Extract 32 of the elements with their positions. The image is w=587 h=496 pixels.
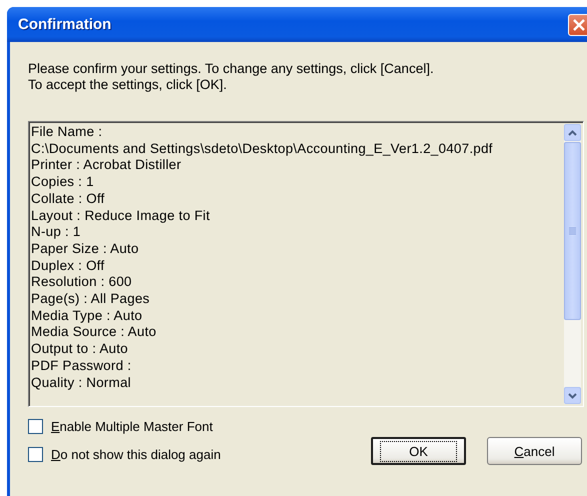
ok-button[interactable]: OK	[371, 437, 466, 465]
list-item: Duplex : Off	[31, 258, 106, 274]
list-item: Printer : Acrobat Distiller	[31, 157, 182, 174]
list-item: Layout : Reduce Image to Fit	[31, 208, 211, 224]
scroll-down-button[interactable]	[564, 387, 581, 404]
list-item: N-up : 1	[31, 224, 82, 241]
list-item: Quality : Normal	[31, 374, 132, 392]
list-item: Resolution : 600	[31, 274, 133, 292]
grip-icon	[569, 227, 576, 236]
list-item: Output to : Auto	[31, 341, 130, 358]
cancel-button[interactable]: Cancel	[487, 437, 582, 465]
checkbox-label[interactable]: Do not show this dialog again	[51, 447, 221, 462]
window-title: Confirmation	[18, 16, 112, 33]
list-item: C:\Documents and Settings\sdeto\Desktop\Accounting_E_Ver1.2_0407.pdf	[31, 140, 494, 158]
close-button[interactable]	[568, 14, 587, 36]
list-item: Collate : Off	[31, 190, 106, 208]
list-item: Page(s) : All Pages	[31, 291, 151, 308]
list-item: File Name :	[31, 124, 104, 141]
message-text: To accept the settings, click [OK].	[28, 77, 228, 93]
scrollbar[interactable]	[564, 124, 581, 404]
list-item: Media Source : Auto	[31, 324, 158, 342]
list-item: Paper Size : Auto	[31, 240, 140, 258]
list-item: PDF Password :	[31, 358, 132, 375]
list-item: Copies : 1	[31, 174, 95, 191]
close-icon	[572, 18, 586, 32]
scroll-up-button[interactable]	[564, 124, 581, 141]
checkbox-label[interactable]: Enable Multiple Master Font	[51, 419, 213, 434]
list-item: Media Type : Auto	[31, 308, 144, 324]
message-text: Please confirm your settings. To change any settings, click [Cancel].	[28, 61, 435, 77]
checkbox[interactable]	[28, 419, 43, 434]
checkbox[interactable]	[28, 447, 43, 462]
scroll-thumb[interactable]	[564, 142, 581, 320]
